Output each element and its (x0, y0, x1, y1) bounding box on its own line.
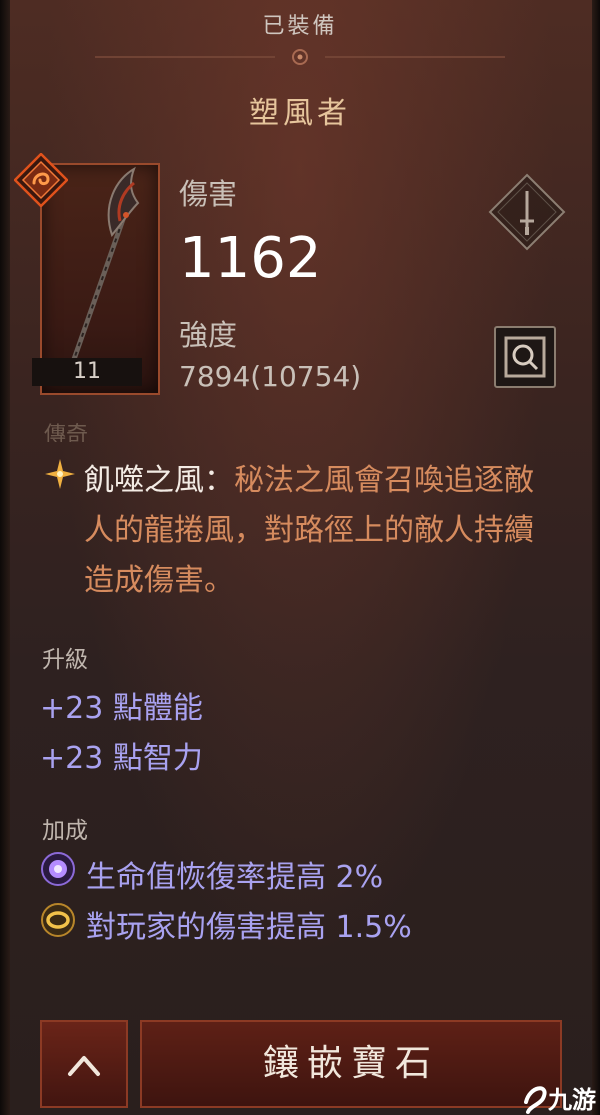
item-name: 塑風者 (249, 96, 351, 131)
inspect-button[interactable] (494, 326, 556, 388)
compare-weapon-icon[interactable] (488, 173, 566, 251)
upgrade-label: 升級 (42, 647, 88, 673)
aspect-section-header: 傳奇 (44, 423, 89, 442)
gold-ring-icon (41, 903, 75, 937)
panel-edge-right (592, 0, 600, 1115)
damage-value: 1162 (179, 226, 322, 291)
strength-label: 強度 (179, 318, 238, 352)
bonus-line: 生命值恢復率提高 2% (86, 860, 384, 895)
watermark-text: 九游 (548, 1086, 596, 1114)
aspect-name: 飢噬之風 (84, 463, 204, 498)
item-level: 11 (32, 358, 142, 386)
strength-value: 7894(10754) (179, 360, 362, 393)
bonus-label: 加成 (42, 818, 88, 844)
chevron-up-icon (68, 1056, 100, 1076)
equipped-label: 已裝備 (262, 14, 338, 39)
magnifier-icon (504, 336, 546, 378)
upgrade-line: +23 點體能 (40, 691, 203, 726)
divider-ornament (95, 49, 505, 65)
purple-orb-icon (41, 852, 75, 886)
damage-label: 傷害 (179, 177, 238, 211)
upgrade-line: +23 點智力 (40, 741, 203, 776)
aspect-separator: ： (204, 463, 234, 498)
collapse-button[interactable] (40, 1020, 128, 1108)
panel-edge-left (0, 0, 10, 1115)
socket-gem-button[interactable]: 鑲嵌寶石 (140, 1020, 562, 1108)
aspect-description: 飢噬之風：秘法之風會召喚追逐敵人的龍捲風，對路徑上的敵人持續造成傷害。 (84, 456, 554, 606)
legendary-star-icon (45, 459, 75, 489)
bonus-line: 對玩家的傷害提高 1.5% (86, 910, 412, 945)
legendary-badge-icon (14, 153, 68, 207)
